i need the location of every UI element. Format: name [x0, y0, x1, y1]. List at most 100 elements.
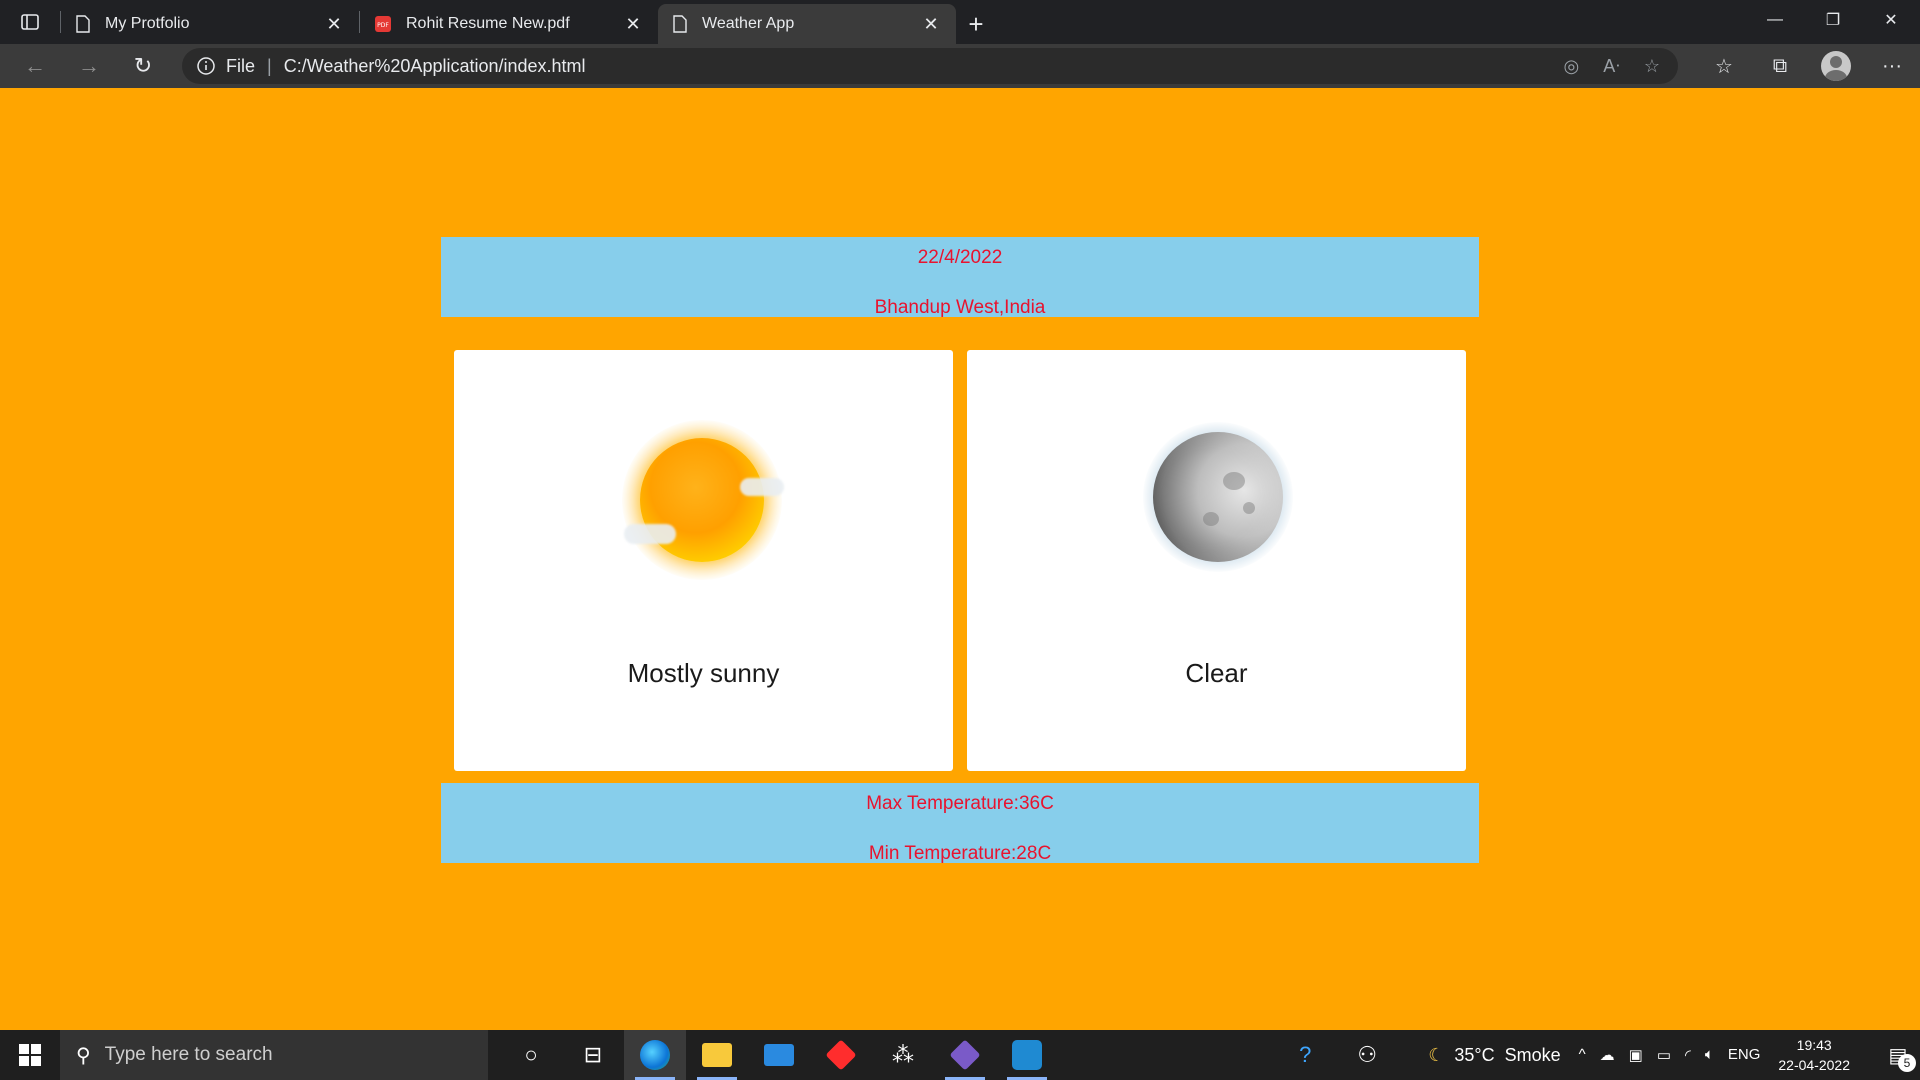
- favorites-button[interactable]: ☆: [1696, 44, 1752, 88]
- tab-title: Rohit Resume New.pdf: [406, 15, 570, 32]
- window-controls: — ❐ ✕: [1746, 0, 1920, 40]
- tab-my-protfolio[interactable]: My Protfolio ✕: [61, 4, 359, 44]
- back-button[interactable]: ←: [8, 48, 62, 84]
- tab-title: My Protfolio: [105, 15, 190, 32]
- git-icon: [949, 1039, 981, 1071]
- app-red-button[interactable]: [810, 1030, 872, 1080]
- battery-icon[interactable]: ▭: [1657, 1046, 1671, 1064]
- browser-toolbar: ← → ↻ File | C:/Weather%20Application/in…: [0, 44, 1920, 88]
- svg-text:PDF: PDF: [377, 22, 389, 29]
- clock-date: 22-04-2022: [1778, 1057, 1850, 1073]
- tab-actions-button[interactable]: [0, 0, 60, 44]
- taskbar-search[interactable]: ⚲ Type here to search: [60, 1030, 488, 1080]
- new-tab-button[interactable]: +: [956, 4, 996, 44]
- cortana-icon: ○: [524, 1042, 538, 1067]
- night-condition: Clear: [1185, 658, 1248, 688]
- avatar: [1821, 51, 1851, 81]
- temperature-box: Max Temperature:36C Min Temperature:28C: [441, 783, 1479, 864]
- edge-icon: [640, 1040, 670, 1070]
- add-favorite-icon[interactable]: ☆: [1644, 56, 1660, 77]
- clock[interactable]: 19:43 22-04-2022: [1778, 1035, 1850, 1075]
- tab-rohit-resume[interactable]: PDF Rohit Resume New.pdf ✕: [360, 4, 658, 44]
- moon-cloud-icon: ☾: [1428, 1044, 1445, 1065]
- day-weather-card: Mostly sunny: [454, 350, 953, 771]
- minimize-button[interactable]: —: [1746, 0, 1804, 40]
- folder-icon: [702, 1043, 732, 1067]
- collections-button[interactable]: ⧉: [1752, 44, 1808, 88]
- mail-icon: [764, 1044, 794, 1066]
- read-aloud-icon[interactable]: Aᐧ: [1603, 56, 1620, 77]
- vscode-icon: [1012, 1040, 1042, 1070]
- weather-text: Smoke: [1504, 1044, 1561, 1065]
- more-icon: ···: [1882, 54, 1902, 77]
- help-icon: ?: [1299, 1042, 1312, 1067]
- page-icon: [76, 15, 90, 33]
- weather-widget[interactable]: ☾ 35°C Smoke: [1428, 1045, 1560, 1066]
- location-icon[interactable]: ◎: [1564, 56, 1580, 77]
- dropbox-icon: ⁂: [892, 1042, 914, 1067]
- close-tab-icon[interactable]: ✕: [323, 14, 345, 35]
- close-window-button[interactable]: ✕: [1862, 0, 1920, 40]
- night-weather-card: Clear: [967, 350, 1466, 771]
- url-text[interactable]: C:/Weather%20Application/index.html: [284, 56, 586, 77]
- language-indicator[interactable]: ENG: [1728, 1046, 1761, 1064]
- forward-button[interactable]: →: [62, 48, 116, 84]
- browser-tab-strip: My Protfolio ✕ PDF Rohit Resume New.pdf …: [0, 0, 1920, 44]
- tray-icons: ^ ☁ ▣ ▭ ◜ 🔈︎ ENG: [1579, 1046, 1761, 1064]
- scheme-label: File: [226, 55, 256, 76]
- info-icon: [197, 57, 215, 75]
- profile-button[interactable]: [1808, 44, 1864, 88]
- edge-app-button[interactable]: [624, 1030, 686, 1080]
- date-location-box: 22/4/2022 Bhandup West,India: [441, 237, 1479, 318]
- date-text: 22/4/2022: [917, 247, 1003, 268]
- notification-count: 5: [1898, 1054, 1916, 1072]
- wifi-icon[interactable]: ◜: [1685, 1046, 1691, 1064]
- close-tab-icon[interactable]: ✕: [622, 14, 644, 35]
- sun-icon: [622, 420, 784, 580]
- help-button[interactable]: ?: [1274, 1030, 1336, 1080]
- settings-menu-button[interactable]: ···: [1864, 44, 1920, 88]
- start-button[interactable]: [0, 1030, 60, 1080]
- taskbar: ⚲ Type here to search ○ ⊟ ⁂ ? ⚇ ☾ 35°C S…: [0, 1030, 1920, 1080]
- tab-title: Weather App: [702, 15, 795, 32]
- max-temperature: Max Temperature:36C: [866, 793, 1054, 814]
- notifications-button[interactable]: ▤ 5: [1876, 1030, 1920, 1080]
- search-placeholder: Type here to search: [104, 1044, 273, 1065]
- refresh-icon: ↻: [133, 53, 153, 78]
- arrow-right-icon: →: [78, 53, 100, 78]
- people-button[interactable]: ⚇: [1336, 1030, 1398, 1080]
- search-icon: ⚲: [76, 1044, 91, 1067]
- windows-logo-icon: [19, 1044, 41, 1066]
- volume-icon[interactable]: 🔈︎: [1705, 1046, 1714, 1064]
- file-explorer-button[interactable]: [686, 1030, 748, 1080]
- address-divider: |: [267, 55, 272, 76]
- min-temperature: Min Temperature:28C: [868, 843, 1052, 864]
- task-view-icon: ⊟: [583, 1042, 603, 1067]
- dropbox-button[interactable]: ⁂: [872, 1030, 934, 1080]
- restore-button[interactable]: ❐: [1804, 0, 1862, 40]
- people-icon: ⚇: [1357, 1042, 1378, 1067]
- favorites-icon: ☆: [1715, 55, 1733, 78]
- vscode-button[interactable]: [996, 1030, 1058, 1080]
- git-app-button[interactable]: [934, 1030, 996, 1080]
- address-bar[interactable]: File | C:/Weather%20Application/index.ht…: [182, 48, 1678, 84]
- close-tab-icon[interactable]: ✕: [920, 14, 942, 35]
- taskbar-apps: ○ ⊟ ⁂: [500, 1030, 1058, 1080]
- day-condition: Mostly sunny: [627, 658, 780, 688]
- clock-time: 19:43: [1796, 1037, 1832, 1053]
- tab-weather-app[interactable]: Weather App ✕: [658, 4, 956, 44]
- weather-temp: 35°C: [1454, 1044, 1495, 1065]
- refresh-button[interactable]: ↻: [116, 48, 170, 84]
- arrow-left-icon: ←: [24, 53, 46, 78]
- page-icon: [673, 15, 687, 33]
- onedrive-icon[interactable]: ☁: [1600, 1046, 1615, 1064]
- chevron-up-icon[interactable]: ^: [1579, 1046, 1586, 1064]
- task-view-button[interactable]: ⊟: [562, 1030, 624, 1080]
- cortana-button[interactable]: ○: [500, 1030, 562, 1080]
- device-icon[interactable]: ▣: [1629, 1046, 1643, 1064]
- system-tray: ? ⚇ ☾ 35°C Smoke ^ ☁ ▣ ▭ ◜ 🔈︎ ENG 19:43 …: [1274, 1030, 1920, 1080]
- mail-button[interactable]: [748, 1030, 810, 1080]
- pdf-icon: PDF: [375, 16, 391, 32]
- collections-icon: ⧉: [1772, 54, 1788, 77]
- address-bar-icons: ◎ Aᐧ ☆: [1564, 48, 1660, 84]
